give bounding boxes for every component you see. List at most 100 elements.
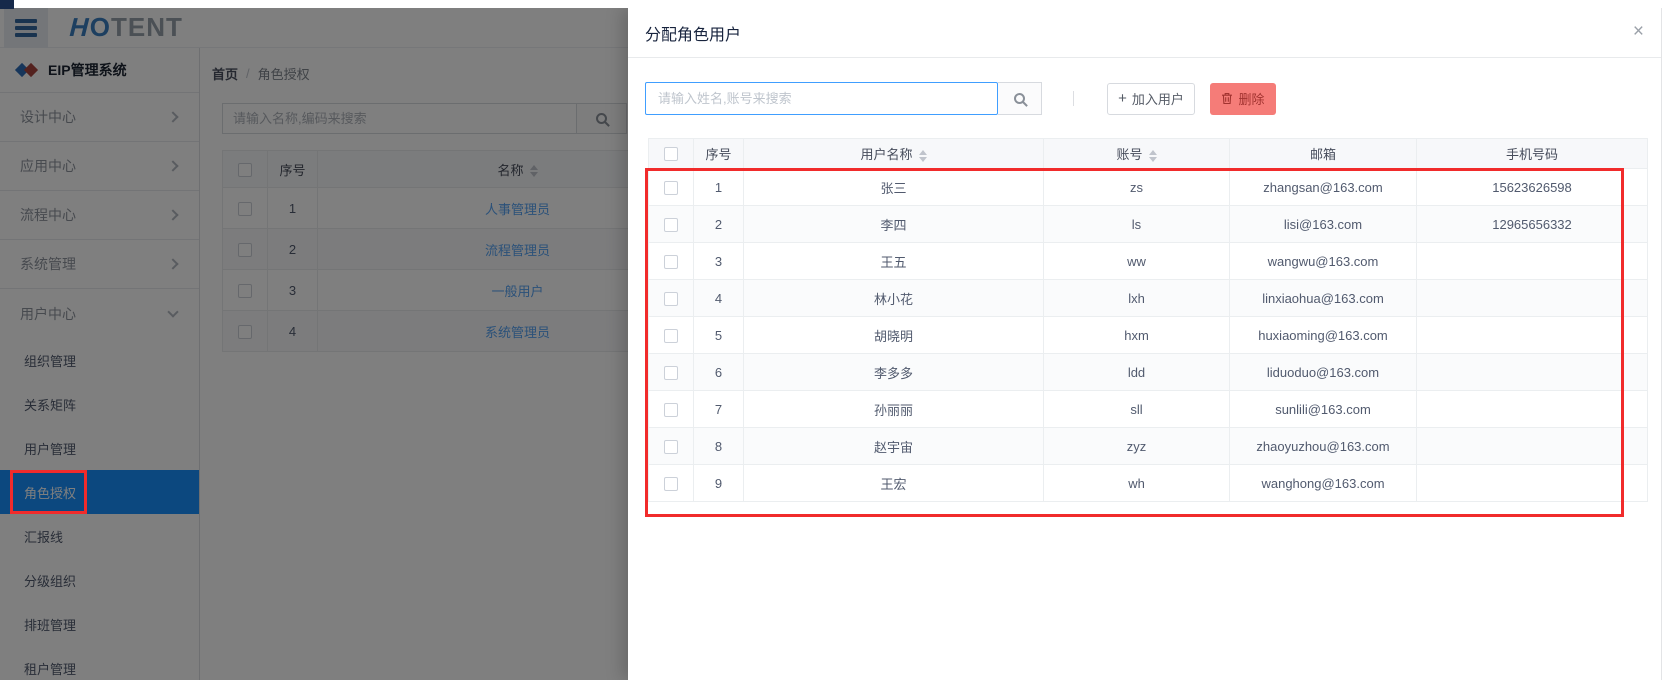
row-account-cell: wh: [1044, 465, 1230, 502]
user-header-name-label: 用户名称: [860, 147, 912, 162]
row-phone-cell: [1417, 354, 1648, 391]
row-index-cell: 2: [694, 206, 744, 243]
row-phone-cell: [1417, 428, 1648, 465]
row-name-cell: 赵宇宙: [744, 428, 1044, 465]
row-account-cell: zyz: [1044, 428, 1230, 465]
row-name-cell: 王五: [744, 243, 1044, 280]
row-account-cell: zs: [1044, 169, 1230, 206]
row-phone-cell: [1417, 317, 1648, 354]
row-index-cell: 3: [694, 243, 744, 280]
table-row: 5 胡晓明 hxm huxiaoming@163.com: [649, 317, 1648, 354]
row-checkbox-cell: [649, 280, 694, 317]
select-all-checkbox[interactable]: [664, 147, 678, 161]
row-phone-cell: [1417, 243, 1648, 280]
row-name-cell: 王宏: [744, 465, 1044, 502]
sort-icon[interactable]: [919, 150, 927, 162]
drawer-header: 分配角色用户 ×: [628, 8, 1668, 58]
row-name-cell: 林小花: [744, 280, 1044, 317]
sort-icon[interactable]: [1149, 150, 1157, 162]
row-checkbox[interactable]: [664, 292, 678, 306]
row-checkbox[interactable]: [664, 477, 678, 491]
search-icon: [1014, 93, 1025, 104]
add-user-button[interactable]: + 加入用户: [1107, 83, 1195, 115]
row-checkbox-cell: [649, 428, 694, 465]
row-email-cell: zhangsan@163.com: [1230, 169, 1417, 206]
row-email-cell: huxiaoming@163.com: [1230, 317, 1417, 354]
user-header-account-label: 账号: [1116, 147, 1142, 162]
row-index-cell: 1: [694, 169, 744, 206]
row-index-cell: 9: [694, 465, 744, 502]
row-email-cell: wangwu@163.com: [1230, 243, 1417, 280]
toolbar-divider: [1073, 91, 1074, 106]
user-header-phone: 手机号码: [1417, 139, 1648, 169]
row-account-cell: lxh: [1044, 280, 1230, 317]
delete-label: 删除: [1238, 89, 1264, 108]
row-index-cell: 7: [694, 391, 744, 428]
row-name-cell: 李四: [744, 206, 1044, 243]
row-account-cell: ls: [1044, 206, 1230, 243]
assign-users-drawer: 分配角色用户 × + 加入用户 删除 序号: [628, 8, 1668, 680]
app-root: HOTENT EIP管理系统 设计中心 应用中心 流程中心: [0, 0, 1668, 680]
table-row: 3 王五 ww wangwu@163.com: [649, 243, 1648, 280]
user-header-account[interactable]: 账号: [1044, 139, 1230, 169]
close-icon[interactable]: ×: [1633, 22, 1644, 42]
row-checkbox[interactable]: [664, 366, 678, 380]
top-strip: [0, 0, 1668, 8]
table-row: 7 孙丽丽 sll sunlili@163.com: [649, 391, 1648, 428]
drawer-toolbar: + 加入用户 删除: [645, 82, 1668, 115]
row-account-cell: hxm: [1044, 317, 1230, 354]
row-email-cell: lisi@163.com: [1230, 206, 1417, 243]
row-name-cell: 张三: [744, 169, 1044, 206]
user-header-index: 序号: [694, 139, 744, 169]
user-header-checkbox-cell: [649, 139, 694, 169]
table-row: 1 张三 zs zhangsan@163.com 15623626598: [649, 169, 1648, 206]
row-phone-cell: [1417, 465, 1648, 502]
row-checkbox[interactable]: [664, 403, 678, 417]
row-checkbox-cell: [649, 465, 694, 502]
add-user-label: 加入用户: [1132, 89, 1184, 108]
table-row: 6 李多多 ldd liduoduo@163.com: [649, 354, 1648, 391]
row-account-cell: sll: [1044, 391, 1230, 428]
table-row: 2 李四 ls lisi@163.com 12965656332: [649, 206, 1648, 243]
row-checkbox[interactable]: [664, 181, 678, 195]
row-email-cell: liduoduo@163.com: [1230, 354, 1417, 391]
row-phone-cell: [1417, 391, 1648, 428]
row-checkbox-cell: [649, 243, 694, 280]
plus-icon: +: [1118, 90, 1127, 107]
row-checkbox[interactable]: [664, 218, 678, 232]
row-name-cell: 孙丽丽: [744, 391, 1044, 428]
row-phone-cell: 15623626598: [1417, 169, 1648, 206]
user-search-button[interactable]: [998, 82, 1042, 115]
row-email-cell: sunlili@163.com: [1230, 391, 1417, 428]
row-phone-cell: 12965656332: [1417, 206, 1648, 243]
user-table: 序号 用户名称 账号 邮箱 手机号码 1 张三 zs zhangsan@163.…: [648, 138, 1648, 502]
user-header-email: 邮箱: [1230, 139, 1417, 169]
row-checkbox[interactable]: [664, 440, 678, 454]
scrollbar[interactable]: [1661, 8, 1668, 680]
table-row: 8 赵宇宙 zyz zhaoyuzhou@163.com: [649, 428, 1648, 465]
row-checkbox-cell: [649, 317, 694, 354]
row-index-cell: 8: [694, 428, 744, 465]
row-name-cell: 胡晓明: [744, 317, 1044, 354]
row-email-cell: linxiaohua@163.com: [1230, 280, 1417, 317]
table-row: 4 林小花 lxh linxiaohua@163.com: [649, 280, 1648, 317]
table-row: 9 王宏 wh wanghong@163.com: [649, 465, 1648, 502]
row-email-cell: wanghong@163.com: [1230, 465, 1417, 502]
user-search-input[interactable]: [645, 82, 998, 115]
row-email-cell: zhaoyuzhou@163.com: [1230, 428, 1417, 465]
row-checkbox-cell: [649, 206, 694, 243]
row-name-cell: 李多多: [744, 354, 1044, 391]
drawer-title: 分配角色用户: [645, 21, 741, 45]
delete-button[interactable]: 删除: [1210, 83, 1276, 115]
user-table-body: 1 张三 zs zhangsan@163.com 15623626598 2 李…: [649, 169, 1648, 502]
row-index-cell: 4: [694, 280, 744, 317]
row-checkbox-cell: [649, 391, 694, 428]
user-header-name[interactable]: 用户名称: [744, 139, 1044, 169]
row-checkbox-cell: [649, 169, 694, 206]
trash-icon: [1221, 92, 1233, 105]
row-checkbox[interactable]: [664, 255, 678, 269]
row-account-cell: ldd: [1044, 354, 1230, 391]
row-checkbox[interactable]: [664, 329, 678, 343]
row-index-cell: 6: [694, 354, 744, 391]
row-account-cell: ww: [1044, 243, 1230, 280]
